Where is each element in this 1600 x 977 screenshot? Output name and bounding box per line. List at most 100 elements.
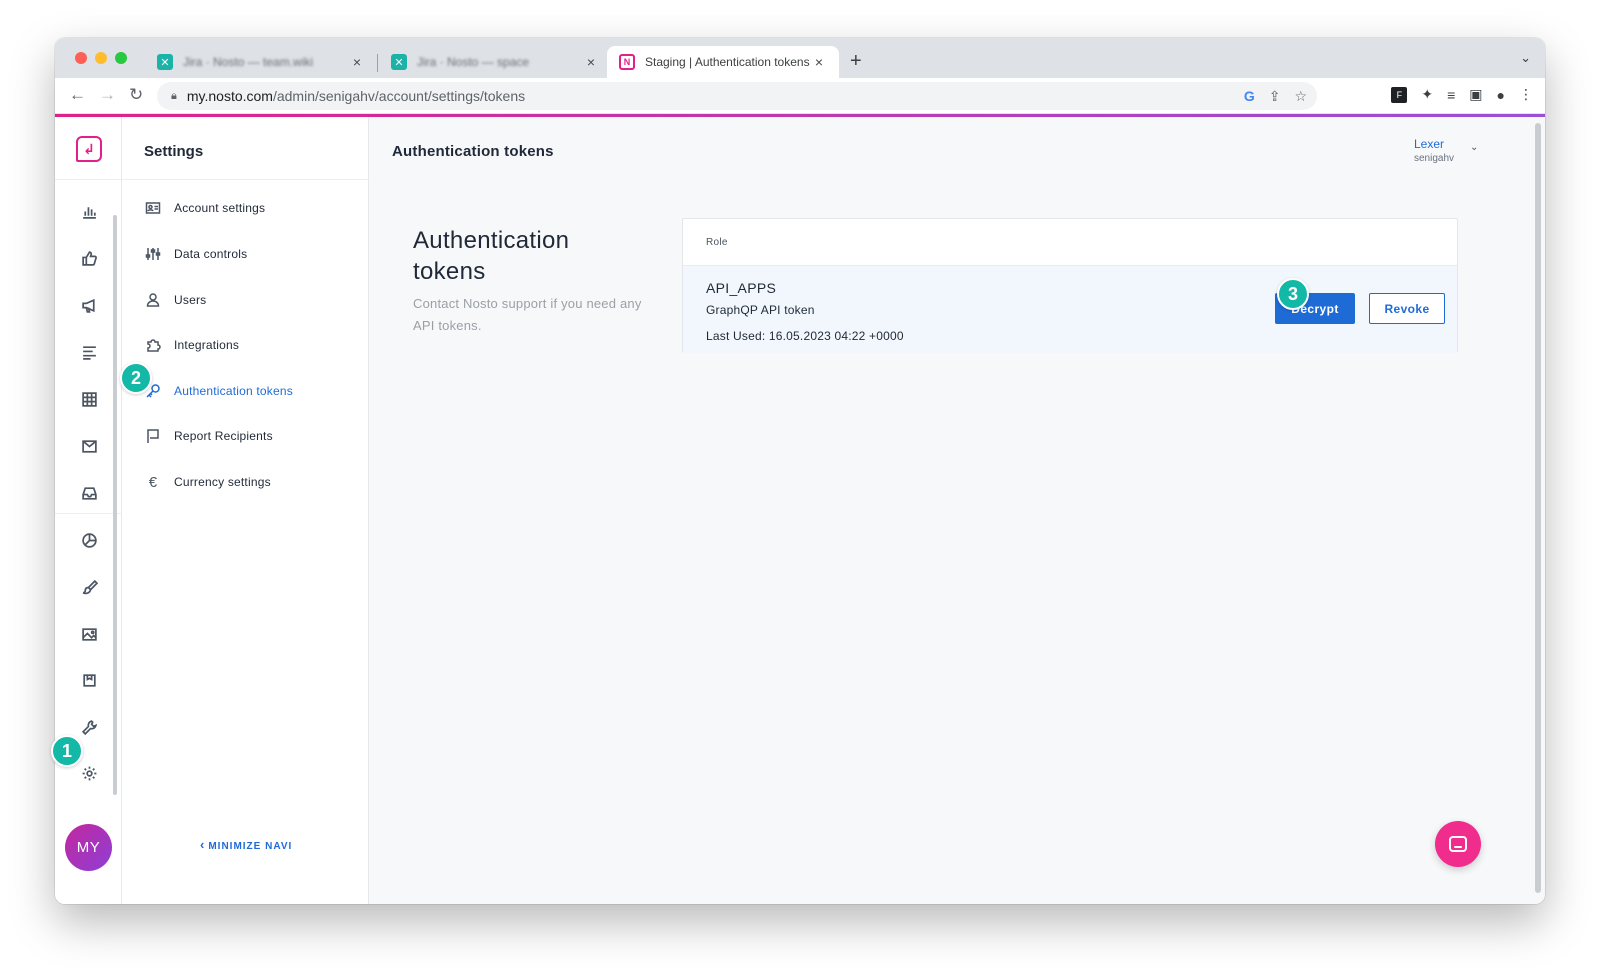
- column-header-role: Role: [706, 237, 728, 248]
- nav-item-data-controls[interactable]: Data controls: [144, 243, 247, 265]
- nav-item-label: Report Recipients: [174, 429, 273, 443]
- more-menu-icon[interactable]: ⋮: [1519, 86, 1533, 103]
- user-menu-account[interactable]: senigahv: [1414, 153, 1454, 164]
- nosto-favicon-icon: N: [619, 54, 635, 70]
- nav-item-users[interactable]: Users: [144, 289, 206, 311]
- package-icon[interactable]: [79, 670, 99, 690]
- section-heading: Authentication tokens: [413, 227, 570, 285]
- puzzle-icon: [144, 336, 162, 354]
- browser-tab[interactable]: ✕ Jira · Nosto — space ×: [379, 46, 611, 78]
- sliders-icon: [144, 245, 162, 263]
- nav-item-label: Account settings: [174, 201, 266, 215]
- settings-subnav: Settings Account settings Data controls …: [122, 117, 369, 904]
- extensions-bar: F ✦ ≡ ▣ ● ⋮: [1391, 86, 1533, 103]
- grid-icon[interactable]: [79, 389, 99, 409]
- thumbs-up-icon[interactable]: [79, 248, 99, 268]
- tab-title: Jira · Nosto — team.wiki: [183, 55, 314, 69]
- reading-list-icon[interactable]: ≡: [1447, 87, 1455, 103]
- nav-item-label: Currency settings: [174, 475, 271, 489]
- rail-divider: [55, 179, 122, 180]
- tab-separator: [377, 54, 378, 72]
- browser-tab-active[interactable]: N Staging | Authentication tokens ×: [607, 46, 839, 78]
- flag-icon: [144, 427, 162, 445]
- tab-close-icon[interactable]: ×: [349, 54, 365, 70]
- subnav-divider: [122, 179, 369, 180]
- address-bar[interactable]: 🔒︎ my.nosto.com/admin/senigahv/account/s…: [157, 82, 1317, 110]
- section-description: Contact Nosto support if you need any AP…: [413, 296, 642, 333]
- nav-item-label: Data controls: [174, 247, 248, 261]
- tab-search-icon[interactable]: ⌄: [1520, 50, 1531, 66]
- nav-item-authentication-tokens[interactable]: Authentication tokens: [144, 380, 293, 402]
- chevron-left-icon: ‹: [200, 837, 206, 852]
- url-host: my.nosto.com: [186, 88, 273, 104]
- wrench-icon[interactable]: [79, 717, 99, 737]
- tab-strip: ✕ Jira · Nosto — team.wiki × ✕ Jira · No…: [55, 38, 1545, 78]
- token-name: API_APPS: [706, 280, 777, 296]
- step-marker-2: 2: [120, 362, 152, 394]
- nav-item-label: Users: [174, 293, 207, 307]
- puzzle-extensions-icon[interactable]: ✦: [1421, 86, 1433, 103]
- forward-arrow-icon[interactable]: →: [99, 85, 116, 105]
- reload-icon[interactable]: ↻: [129, 85, 143, 105]
- browser-toolbar: ← → ↻ 🔒︎ my.nosto.com/admin/senigahv/acc…: [55, 78, 1545, 114]
- gear-icon[interactable]: [79, 763, 99, 783]
- user-menu-name[interactable]: Lexer: [1414, 137, 1444, 151]
- back-arrow-icon[interactable]: ←: [69, 85, 86, 105]
- side-panel-icon[interactable]: ▣: [1469, 86, 1482, 103]
- tab-close-icon[interactable]: ×: [811, 54, 827, 70]
- maximize-window-button[interactable]: [115, 52, 127, 64]
- brush-icon[interactable]: [79, 577, 99, 597]
- nav-item-report-recipients[interactable]: Report Recipients: [144, 425, 273, 447]
- google-icon[interactable]: G: [1244, 88, 1255, 104]
- share-icon[interactable]: ⇪: [1269, 88, 1281, 105]
- avatar[interactable]: MY: [65, 824, 112, 871]
- subnav-title: Settings: [144, 143, 204, 160]
- page-title: Authentication tokens: [392, 143, 554, 160]
- inbox-icon[interactable]: [79, 483, 99, 503]
- omnibox-actions: G ⇪ ☆: [1244, 82, 1317, 110]
- rail-divider: [55, 513, 122, 514]
- icon-rail: ↲ MY: [55, 117, 122, 904]
- euro-icon: €: [148, 473, 158, 491]
- chevron-down-icon[interactable]: ⌄: [1470, 142, 1478, 153]
- new-tab-button[interactable]: +: [850, 50, 862, 73]
- bookmark-star-icon[interactable]: ☆: [1294, 88, 1307, 105]
- mail-icon[interactable]: [79, 436, 99, 456]
- tab-close-icon[interactable]: ×: [583, 54, 599, 70]
- browser-tab[interactable]: ✕ Jira · Nosto — team.wiki ×: [145, 46, 377, 78]
- user-icon: [144, 291, 162, 309]
- nav-item-integrations[interactable]: Integrations: [144, 334, 239, 356]
- profile-icon[interactable]: ●: [1497, 87, 1505, 103]
- nav-item-currency-settings[interactable]: € Currency settings: [144, 471, 271, 493]
- nosto-logo-icon[interactable]: ↲: [76, 136, 102, 162]
- rail-scrollbar[interactable]: [113, 215, 117, 795]
- token-description: GraphQP API token: [706, 303, 815, 317]
- minimize-navi-button[interactable]: ‹ MINIMIZE NAVI: [200, 837, 292, 852]
- image-icon[interactable]: [79, 624, 99, 644]
- list-icon[interactable]: [79, 342, 99, 362]
- main-content: Authentication tokens Lexer senigahv ⌄ A…: [369, 117, 1545, 904]
- jira-favicon-icon: ✕: [157, 54, 173, 70]
- analytics-icon[interactable]: [79, 201, 99, 221]
- close-window-button[interactable]: [75, 52, 87, 64]
- nav-item-account-settings[interactable]: Account settings: [144, 197, 265, 219]
- tab-title: Jira · Nosto — space: [417, 55, 530, 69]
- step-marker-1: 1: [51, 735, 83, 767]
- table-row: API_APPS GraphQP API token Last Used: 16…: [683, 266, 1457, 353]
- tokens-table: Role API_APPS GraphQP API token Last Use…: [682, 218, 1458, 353]
- segments-icon[interactable]: [79, 530, 99, 550]
- step-marker-3: 3: [1277, 278, 1309, 310]
- nav-item-label: Integrations: [174, 338, 240, 352]
- lock-icon: 🔒︎: [171, 89, 177, 102]
- app-area: ↲ MY Settings Account settings Data cont…: [55, 114, 1545, 904]
- extension-icon[interactable]: F: [1391, 86, 1408, 103]
- megaphone-icon[interactable]: [79, 295, 99, 315]
- browser-window: ✕ Jira · Nosto — team.wiki × ✕ Jira · No…: [55, 38, 1545, 904]
- jira-favicon-icon: ✕: [391, 54, 407, 70]
- page-scrollbar[interactable]: [1535, 123, 1541, 893]
- minimize-label: MINIMIZE NAVI: [208, 841, 293, 852]
- revoke-button[interactable]: Revoke: [1369, 293, 1445, 324]
- minimize-window-button[interactable]: [95, 52, 107, 64]
- chat-button[interactable]: [1435, 821, 1481, 867]
- nav-item-label: Authentication tokens: [174, 384, 293, 398]
